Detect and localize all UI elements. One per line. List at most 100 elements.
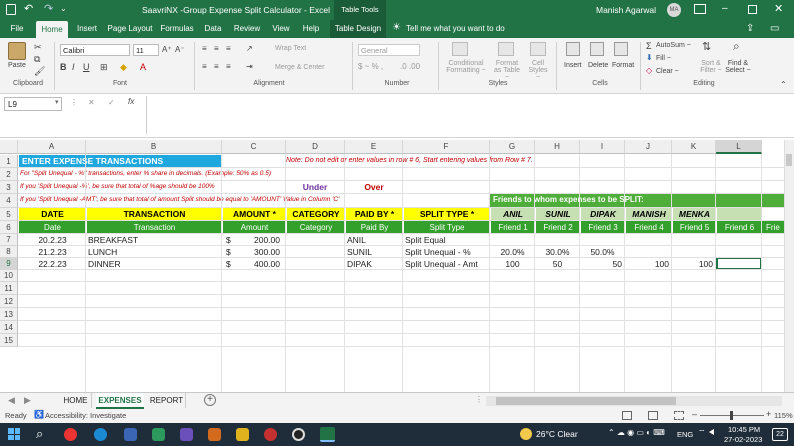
windows-start-icon[interactable]	[8, 428, 20, 440]
fill-button[interactable]: Fill ~	[656, 55, 671, 62]
row-header[interactable]: 1	[0, 155, 18, 168]
tab-help[interactable]: Help	[298, 20, 324, 38]
row-header[interactable]: 10	[0, 270, 18, 282]
font-name-select[interactable]: Calibri	[60, 44, 130, 56]
row-header[interactable]: 14	[0, 321, 18, 334]
accessibility-status[interactable]: Accessibility: Investigate	[45, 411, 126, 420]
page-break-view-icon[interactable]	[674, 411, 684, 420]
tab-file[interactable]: File	[4, 20, 30, 38]
tab-insert[interactable]: Insert	[72, 20, 102, 38]
app-icon-3[interactable]	[208, 428, 221, 441]
friends-banner[interactable]: Friends to whom expenses to be SPLIT:	[490, 194, 794, 208]
redo-icon[interactable]: ↷	[44, 2, 53, 15]
column-header[interactable]: G	[490, 140, 535, 154]
paste-icon[interactable]	[8, 42, 26, 60]
zoom-app-icon[interactable]	[124, 428, 137, 441]
orientation-icon[interactable]: ↗	[246, 44, 253, 53]
user-name[interactable]: Manish Agarwal	[596, 5, 656, 15]
conditional-formatting-icon[interactable]	[452, 42, 468, 56]
align-center-icon[interactable]: ≡	[214, 62, 219, 71]
column-header[interactable]: J	[625, 140, 672, 154]
format-button[interactable]: Format	[612, 62, 634, 69]
column-header[interactable]: D	[286, 140, 345, 154]
insert-cells-icon[interactable]	[566, 42, 580, 56]
column-header[interactable]: E	[345, 140, 403, 154]
tab-table-design[interactable]: Table Design	[330, 20, 386, 38]
column-header[interactable]: H	[535, 140, 580, 154]
minimize-icon[interactable]: –	[722, 3, 728, 14]
align-middle-icon[interactable]: ≡	[214, 44, 219, 53]
insert-function-icon[interactable]: fx	[128, 97, 134, 106]
underline-icon[interactable]: U	[83, 62, 90, 72]
ribbon-display-options-icon[interactable]	[694, 4, 706, 14]
paste-button[interactable]: Paste	[8, 62, 26, 69]
app-icon-4[interactable]	[264, 428, 277, 441]
cancel-entry-icon[interactable]: ✕	[88, 98, 95, 107]
sheet-tab-report[interactable]: REPORT	[148, 393, 186, 408]
delete-button[interactable]: Delete	[588, 62, 608, 69]
close-icon[interactable]: ✕	[774, 2, 783, 15]
merge-center-button[interactable]: Merge & Center	[275, 64, 324, 71]
tab-view[interactable]: View	[268, 20, 294, 38]
page-layout-view-icon[interactable]	[648, 411, 658, 420]
clock-time[interactable]: 10:45 PM	[728, 425, 760, 434]
tell-me-search[interactable]: Tell me what you want to do	[406, 24, 505, 33]
obs-icon[interactable]	[292, 428, 305, 441]
row-header[interactable]: 13	[0, 308, 18, 321]
row-header[interactable]: 11	[0, 282, 18, 295]
language-indicator[interactable]: ENG	[677, 430, 693, 439]
format-painter-icon[interactable]: 🖌	[34, 66, 45, 77]
column-header[interactable]: B	[86, 140, 222, 154]
currency-icon[interactable]: $ ~ % ,	[358, 62, 383, 71]
app-icon-1[interactable]	[152, 428, 165, 441]
cell-styles-button[interactable]: Cell Styles ~	[526, 60, 550, 81]
copy-icon[interactable]: ⧉	[34, 54, 40, 65]
collapse-ribbon-icon[interactable]: ⌃	[780, 80, 787, 89]
select-all-corner[interactable]	[0, 140, 18, 154]
column-header[interactable]: K	[672, 140, 716, 154]
conditional-formatting-button[interactable]: Conditional Formatting ~	[446, 60, 486, 74]
zoom-in-icon[interactable]: +	[766, 409, 771, 419]
zoom-slider-handle[interactable]	[730, 411, 733, 420]
align-right-icon[interactable]: ≡	[226, 62, 231, 71]
row-header[interactable]: 8	[0, 246, 18, 258]
format-cells-icon[interactable]	[614, 42, 628, 56]
excel-taskbar-icon[interactable]	[320, 427, 335, 442]
row-header[interactable]: 2	[0, 168, 18, 181]
find-select-button[interactable]: Find & Select ~	[724, 60, 752, 74]
undo-icon[interactable]: ↶	[24, 2, 33, 15]
sort-filter-button[interactable]: Sort & Filter ~	[698, 60, 724, 74]
cut-icon[interactable]: ✂	[34, 42, 42, 53]
normal-view-icon[interactable]	[622, 411, 632, 420]
clear-button[interactable]: Clear ~	[656, 68, 679, 75]
vertical-scroll-thumb[interactable]	[786, 154, 792, 166]
notification-badge[interactable]: 22	[772, 428, 788, 441]
align-bottom-icon[interactable]: ≡	[226, 44, 231, 53]
clear-icon[interactable]: ◇	[646, 66, 652, 75]
weather-text[interactable]: 26°C Clear	[536, 429, 578, 439]
borders-icon[interactable]: ⊞	[100, 62, 108, 73]
scroll-sheets-right-icon[interactable]: ▶	[24, 395, 31, 406]
sort-filter-icon[interactable]: ⇅	[702, 40, 711, 53]
vertical-scrollbar[interactable]	[784, 140, 794, 392]
instruction-amount-total[interactable]: If you 'Split Unequal -AMT', be sure tha…	[20, 194, 490, 207]
row-header[interactable]: 9	[0, 258, 18, 270]
delete-cells-icon[interactable]	[590, 42, 604, 56]
row-header[interactable]: 7	[0, 234, 18, 246]
align-left-icon[interactable]: ≡	[202, 62, 207, 71]
tab-home[interactable]: Home	[36, 21, 68, 38]
row-header[interactable]: 15	[0, 334, 18, 347]
edge-icon[interactable]	[94, 428, 107, 441]
find-icon[interactable]: ⌕	[733, 39, 740, 54]
autosum-icon[interactable]: Σ	[646, 41, 652, 51]
file-explorer-icon[interactable]	[236, 428, 249, 441]
maximize-icon[interactable]	[748, 5, 757, 14]
clock-date[interactable]: 27-02-2023	[724, 435, 762, 444]
customize-quick-access-icon[interactable]: ⌄	[60, 4, 67, 13]
align-top-icon[interactable]: ≡	[202, 44, 207, 53]
name-box[interactable]: L9	[4, 97, 62, 111]
number-format-select[interactable]: General	[358, 44, 420, 56]
network-volume-icons[interactable]: ⌔ ◀	[698, 428, 715, 438]
zoom-level[interactable]: 115%	[774, 411, 793, 420]
column-header[interactable]: F	[403, 140, 490, 154]
